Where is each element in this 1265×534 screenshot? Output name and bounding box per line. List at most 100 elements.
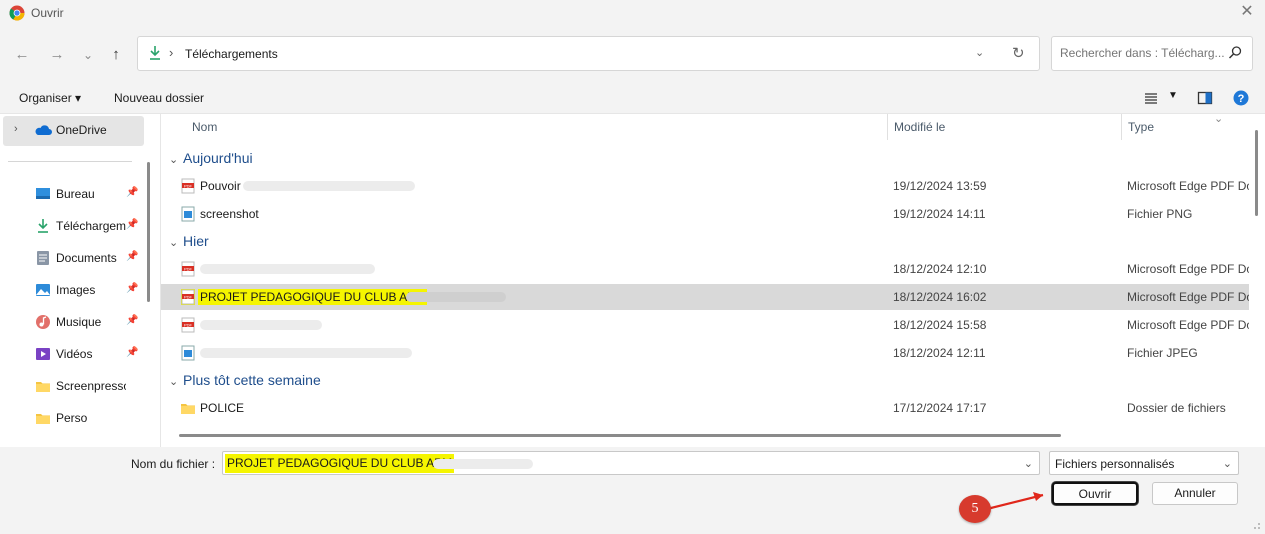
- chevron-down-icon[interactable]: ⌄: [1024, 457, 1033, 470]
- dialog-footer: Nom du fichier : PROJET PEDAGOGIQUE DU C…: [0, 447, 1265, 534]
- sidebar-item-label: Musique: [56, 315, 102, 329]
- onedrive-label: OneDrive: [56, 123, 107, 137]
- new-folder-button[interactable]: Nouveau dossier: [114, 91, 204, 105]
- filename-value[interactable]: PROJET PEDAGOGIQUE DU CLUB APM: [225, 454, 455, 473]
- folder-icon: [36, 382, 50, 392]
- sidebar-item-music[interactable]: Musique 📌: [0, 310, 145, 334]
- group-header-today[interactable]: ⌄ Aujourd'hui: [169, 150, 253, 166]
- svg-text:?: ?: [1238, 93, 1245, 105]
- horizontal-scrollbar[interactable]: [179, 434, 1061, 437]
- column-divider[interactable]: [887, 114, 888, 140]
- pdf-icon: PDF: [181, 317, 195, 333]
- filetype-select[interactable]: Fichiers personnalisés ⌄: [1049, 451, 1239, 475]
- column-divider[interactable]: [1121, 114, 1122, 140]
- search-box[interactable]: [1051, 36, 1253, 71]
- expand-chevron-icon[interactable]: ›: [14, 123, 18, 135]
- vertical-scrollbar[interactable]: [1255, 130, 1258, 216]
- recent-locations-icon[interactable]: ⌄: [77, 44, 99, 66]
- breadcrumb[interactable]: Téléchargements: [185, 47, 278, 61]
- navigation-pane: › OneDrive Bureau 📌 Téléchargem 📌 Docume…: [0, 114, 160, 447]
- collapse-chevron-icon[interactable]: ⌄: [169, 153, 183, 166]
- search-input[interactable]: [1060, 46, 1225, 60]
- group-header-earlier[interactable]: ⌄ Plus tôt cette semaine: [169, 372, 321, 388]
- resize-grip-icon[interactable]: [1249, 518, 1261, 530]
- list-item[interactable]: POLICE 17/12/2024 17:17 Dossier de fichi…: [161, 395, 1249, 421]
- sidebar-item-label: Screenpresso: [56, 379, 126, 393]
- sidebar-item-label: Téléchargem: [56, 219, 126, 233]
- forward-icon[interactable]: →: [46, 44, 68, 66]
- sidebar-scrollbar[interactable]: [147, 162, 150, 302]
- pdf-icon: PDF: [181, 178, 195, 194]
- sidebar-item-documents[interactable]: Documents 📌: [0, 246, 145, 270]
- filename-field[interactable]: PROJET PEDAGOGIQUE DU CLUB APM ⌄: [222, 451, 1040, 475]
- sidebar-item-images[interactable]: Images 📌: [0, 278, 145, 302]
- window-title: Ouvrir: [31, 6, 64, 20]
- file-list: Nom Modifié le Type ⌄ ⌄ Aujourd'hui PDF P…: [160, 112, 1265, 447]
- step-badge: 5: [959, 495, 991, 523]
- pin-icon[interactable]: 📌: [126, 315, 138, 326]
- onedrive-cloud-icon: [35, 125, 52, 135]
- list-item[interactable]: PDF Pouvoir 19/12/2024 13:59 Microsoft E…: [161, 173, 1249, 199]
- svg-text:PDF: PDF: [184, 266, 193, 271]
- sidebar-item-label: Perso: [56, 411, 88, 425]
- close-icon[interactable]: ✕: [1235, 2, 1259, 22]
- sidebar-item-perso[interactable]: Perso: [0, 406, 145, 430]
- pin-icon[interactable]: 📌: [126, 251, 138, 262]
- chrome-icon: [9, 5, 25, 21]
- command-bar: Organiser ▾ Nouveau dossier ▼ ?: [0, 84, 1265, 114]
- sidebar-item-videos[interactable]: Vidéos 📌: [0, 342, 145, 366]
- filename-label: Nom du fichier :: [131, 457, 216, 471]
- sidebar-item-label: Documents: [56, 251, 117, 265]
- documents-icon: [37, 251, 49, 265]
- path-separator-icon: ›: [169, 45, 174, 60]
- pin-icon[interactable]: 📌: [126, 219, 138, 230]
- view-list-icon[interactable]: [1144, 90, 1158, 106]
- collapse-chevron-icon[interactable]: ⌄: [169, 236, 183, 249]
- help-icon[interactable]: ?: [1233, 90, 1249, 106]
- image-file-icon: [181, 206, 195, 222]
- sidebar-item-label: Bureau: [56, 187, 95, 201]
- organize-button[interactable]: Organiser ▾: [19, 91, 81, 105]
- preview-pane-icon[interactable]: [1197, 90, 1213, 106]
- list-item[interactable]: 18/12/2024 12:11 Fichier JPEG: [161, 340, 1249, 366]
- sidebar-item-bureau[interactable]: Bureau 📌: [0, 182, 145, 206]
- back-icon[interactable]: ←: [11, 44, 33, 66]
- chevron-down-icon[interactable]: ⌄: [1223, 457, 1232, 470]
- music-icon: [36, 315, 50, 329]
- list-item[interactable]: screenshot 19/12/2024 14:11 Fichier PNG: [161, 201, 1249, 227]
- group-header-yesterday[interactable]: ⌄ Hier: [169, 233, 209, 249]
- column-header-type[interactable]: Type: [1128, 120, 1154, 134]
- address-bar[interactable]: › Téléchargements ⌄ ↻: [137, 36, 1040, 71]
- sidebar-item-label: Images: [56, 283, 96, 297]
- up-icon[interactable]: ↑: [105, 44, 127, 66]
- folder-icon: [181, 404, 195, 414]
- column-header-modified[interactable]: Modifié le: [894, 120, 945, 134]
- list-item[interactable]: PDF 18/12/2024 15:58 Microsoft Edge PDF …: [161, 312, 1249, 338]
- sidebar-item-label: Vidéos: [56, 347, 93, 361]
- pdf-icon: PDF: [181, 289, 195, 305]
- view-options-chevron-icon[interactable]: ▼: [1168, 90, 1178, 101]
- navigation-bar: ← → ⌄ ↑ › Téléchargements ⌄ ↻: [0, 26, 1265, 84]
- cancel-button[interactable]: Annuler: [1152, 482, 1238, 505]
- pin-icon[interactable]: 📌: [126, 187, 138, 198]
- list-item[interactable]: PDF 18/12/2024 12:10 Microsoft Edge PDF …: [161, 256, 1249, 282]
- sort-chevron-icon[interactable]: ⌄: [1214, 112, 1223, 125]
- title-bar: Ouvrir ✕: [0, 0, 1265, 26]
- annotation-arrow: [986, 492, 1044, 511]
- refresh-icon[interactable]: ↻: [1012, 44, 1025, 62]
- pin-icon[interactable]: 📌: [126, 347, 138, 358]
- sidebar-item-downloads[interactable]: Téléchargem 📌: [0, 214, 145, 238]
- videos-icon: [36, 348, 50, 360]
- search-icon[interactable]: [1228, 45, 1242, 61]
- column-header-name[interactable]: Nom: [192, 120, 217, 134]
- download-icon: [38, 219, 48, 233]
- collapse-chevron-icon[interactable]: ⌄: [169, 375, 183, 388]
- image-file-icon: [181, 345, 195, 361]
- list-item-selected[interactable]: PDF PROJET PEDAGOGIQUE DU CLUB APM 18/12…: [161, 284, 1249, 310]
- sidebar-divider: [8, 161, 132, 162]
- open-button[interactable]: Ouvrir: [1052, 482, 1138, 505]
- folder-icon: [36, 414, 50, 424]
- sidebar-item-screenpresso[interactable]: Screenpresso: [0, 374, 145, 398]
- chevron-down-icon[interactable]: ⌄: [975, 46, 984, 59]
- pin-icon[interactable]: 📌: [126, 283, 138, 294]
